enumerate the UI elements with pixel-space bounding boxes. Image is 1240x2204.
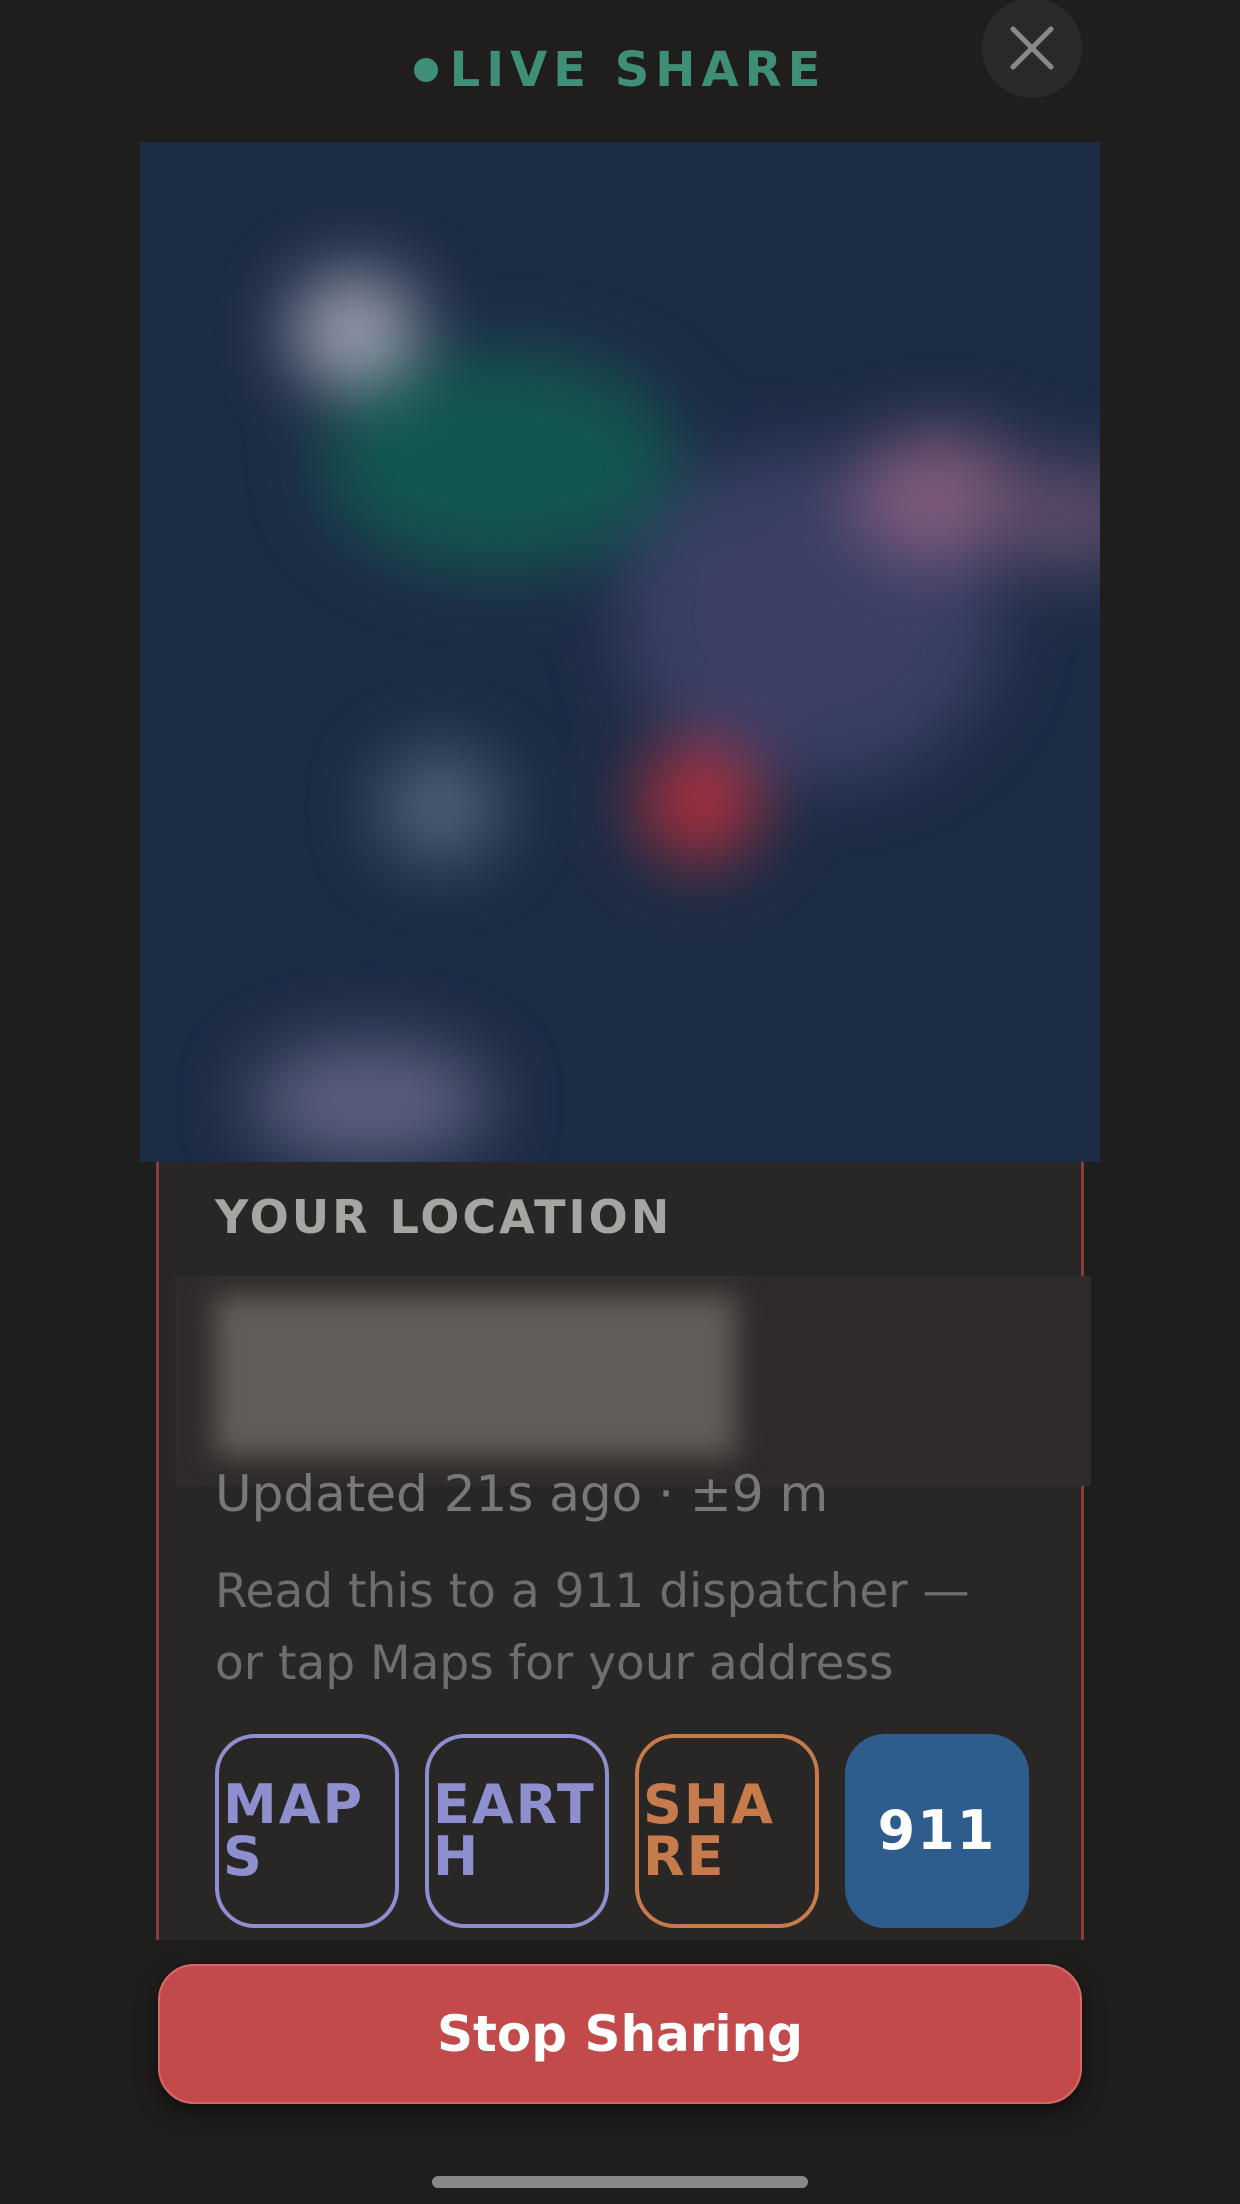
- your-location-label: YOUR LOCATION: [215, 1190, 673, 1244]
- location-card: YOUR LOCATION Updated 21s ago · ±9 m Rea…: [156, 1162, 1091, 1940]
- dispatcher-hint: Read this to a 911 dispatcher — or tap M…: [215, 1556, 1035, 1700]
- map-background: [140, 142, 1100, 1162]
- earth-button[interactable]: EARTH: [425, 1734, 609, 1928]
- address-redacted: [175, 1276, 1091, 1486]
- close-button[interactable]: [982, 0, 1082, 98]
- live-share-label: LIVE SHARE: [449, 42, 827, 98]
- stop-sharing-button[interactable]: Stop Sharing: [158, 1964, 1082, 2104]
- action-row: MAPS EARTH SHARE 911: [215, 1734, 1033, 1930]
- hint-line-2: or tap Maps for your address: [215, 1636, 894, 1691]
- close-icon: [1010, 26, 1054, 70]
- maps-button[interactable]: MAPS: [215, 1734, 399, 1928]
- home-indicator[interactable]: [432, 2176, 808, 2188]
- address-blur: [215, 1296, 735, 1456]
- updated-status: Updated 21s ago · ±9 m: [215, 1465, 829, 1523]
- hint-line-1: Read this to a 911 dispatcher —: [215, 1564, 970, 1619]
- live-indicator-dot: [413, 58, 438, 82]
- call-911-button[interactable]: 911: [845, 1734, 1029, 1928]
- map-view[interactable]: [140, 142, 1100, 1162]
- share-button[interactable]: SHARE: [635, 1734, 819, 1928]
